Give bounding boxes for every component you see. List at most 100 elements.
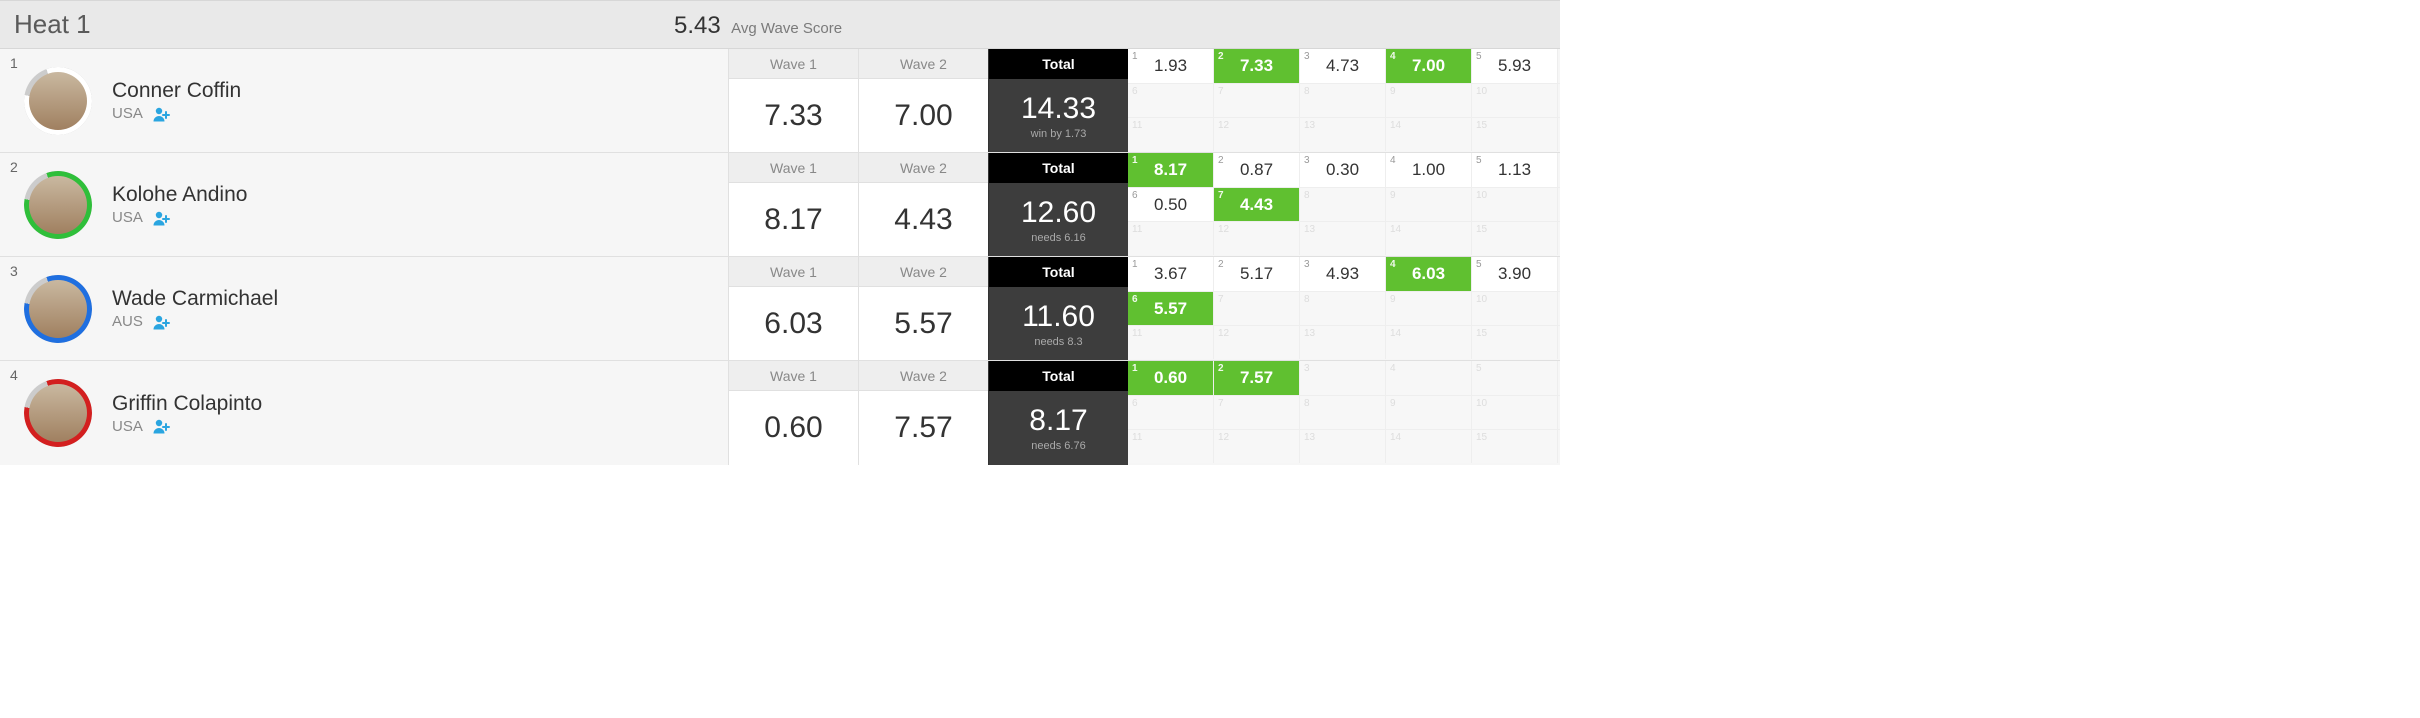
wave-score-cell[interactable]: 46.03 [1386,257,1472,291]
total-label: Total [989,49,1128,79]
wave-score-cell[interactable]: 55.93 [1472,49,1558,83]
wave1-value: 7.33 [729,79,858,152]
follow-athlete-icon[interactable] [153,210,171,226]
wave-index: 6 [1132,294,1138,305]
wave2-column: Wave 27.00 [858,49,988,152]
wave-empty-cell: 15 [1472,222,1558,255]
total-value: 11.60 [1022,300,1095,334]
athlete-row: 1 Conner Coffin USA Wave 17.33Wave 27.00Tot… [0,49,1560,153]
total-column: Total12.60needs 6.16 [988,153,1128,256]
total-label: Total [989,361,1128,391]
wave-empty-cell: 14 [1386,118,1472,151]
follow-athlete-icon[interactable] [153,106,171,122]
wave-score-cell[interactable]: 27.33 [1214,49,1300,83]
wave-empty-cell: 9 [1386,84,1472,117]
wave-empty-cell: 6 [1128,84,1214,117]
follow-athlete-icon[interactable] [153,314,171,330]
wave-score-value: 1.93 [1154,56,1187,76]
wave-empty-cell: 13 [1300,430,1386,463]
wave-score-cell[interactable]: 10.60 [1128,361,1214,395]
total-value: 12.60 [1021,196,1096,230]
total-column: Total11.60needs 8.3 [988,257,1128,360]
athlete-avatar[interactable] [24,379,92,447]
wave-score-cell[interactable]: 13.67 [1128,257,1214,291]
athlete-avatar[interactable] [24,171,92,239]
wave2-label: Wave 2 [859,361,988,391]
wave-score-value: 5.57 [1154,299,1187,319]
wave-score-cell[interactable]: 18.17 [1128,153,1214,187]
wave-score-cell[interactable]: 34.73 [1300,49,1386,83]
wave-empty-cell: 11 [1128,326,1214,359]
total-column: Total 8.17 needs 6.76 [988,361,1128,465]
wave-empty-cell: 14 [1386,430,1472,463]
athlete-rank: 2 [10,159,18,175]
wave-score-cell[interactable]: 41.00 [1386,153,1472,187]
wave-index: 2 [1218,259,1224,270]
wave1-column: Wave 10.60 [728,361,858,465]
athlete-name[interactable]: Conner Coffin [112,79,241,103]
athlete-country: USA [112,105,143,122]
wave2-value: 4.43 [859,183,988,256]
wave-score-value: 3.67 [1154,264,1187,284]
wave-empty-cell: 12 [1214,430,1300,463]
wave-score-cell[interactable]: 74.43 [1214,188,1300,221]
athlete-name[interactable]: Kolohe Andino [112,183,247,207]
athlete-rank: 1 [10,55,18,71]
wave1-label: Wave 1 [729,49,858,79]
wave-index: 2 [1218,363,1224,374]
athlete-rank: 3 [10,263,18,279]
wave2-label: Wave 2 [859,153,988,183]
wave1-value: 6.03 [729,287,858,360]
wave-empty-cell: 11 [1128,430,1214,463]
total-sub: win by 1.73 [1031,128,1087,140]
wave-score-cell[interactable]: 65.57 [1128,292,1214,325]
wave-score-cell[interactable]: 51.13 [1472,153,1558,187]
athlete-name[interactable]: Griffin Colapinto [112,392,262,416]
wave-empty-cell: 11 [1128,222,1214,255]
wave-empty-cell: 14 [1386,222,1472,255]
wave-score-cell[interactable]: 34.93 [1300,257,1386,291]
wave-empty-cell: 10 [1472,396,1558,429]
total-label: Total [989,153,1128,183]
all-waves-grid: 10.6027.573456789101112131415 [1128,361,1560,465]
wave-score-cell[interactable]: 60.50 [1128,188,1214,221]
wave-score-cell[interactable]: 30.30 [1300,153,1386,187]
wave-index: 7 [1218,190,1224,201]
athlete-row: 2Kolohe AndinoUSAWave 18.17Wave 24.43Tot… [0,153,1560,257]
wave-empty-cell: 12 [1214,222,1300,255]
athlete-avatar[interactable] [24,67,92,135]
wave1-value: 8.17 [729,183,858,256]
wave1-column: Wave 16.03 [728,257,858,360]
wave-score-cell[interactable]: 47.00 [1386,49,1472,83]
wave-empty-cell: 10 [1472,188,1558,221]
wave-score-cell[interactable]: 11.93 [1128,49,1214,83]
wave-index: 1 [1132,363,1138,374]
wave-empty-cell: 12 [1214,326,1300,359]
total-sub: needs 6.76 [1031,440,1085,452]
wave1-label: Wave 1 [729,153,858,183]
wave1-column: Wave 17.33 [728,49,858,152]
athlete-info: 3 Wade Carmichael AUS [0,257,728,360]
wave-empty-cell: 8 [1300,188,1386,221]
wave-index: 6 [1132,190,1138,201]
wave-score-cell[interactable]: 25.17 [1214,257,1300,291]
wave-score-cell[interactable]: 20.87 [1214,153,1300,187]
athlete-name[interactable]: Wade Carmichael [112,287,278,311]
athlete-country: USA [112,418,143,435]
total-sub: needs 8.3 [1034,336,1082,348]
wave-score-cell[interactable]: 27.57 [1214,361,1300,395]
athlete-country: AUS [112,313,143,330]
athlete-row: 3Wade CarmichaelAUSWave 16.03Wave 25.57T… [0,257,1560,361]
wave-index: 5 [1476,259,1482,270]
avg-wave-score-value: 5.43 [674,12,721,39]
wave1-column: Wave 18.17 [728,153,858,256]
wave-index: 1 [1132,259,1138,270]
wave-empty-cell: 15 [1472,430,1558,463]
wave-index: 5 [1476,155,1482,166]
wave-empty-cell: 7 [1214,84,1300,117]
athlete-row: 4Griffin ColapintoUSAWave 10.60Wave 27.5… [0,361,1560,465]
total-value: 8.17 [1029,404,1087,438]
athlete-avatar[interactable] [24,275,92,343]
wave-score-cell[interactable]: 53.90 [1472,257,1558,291]
follow-athlete-icon[interactable] [153,418,171,434]
